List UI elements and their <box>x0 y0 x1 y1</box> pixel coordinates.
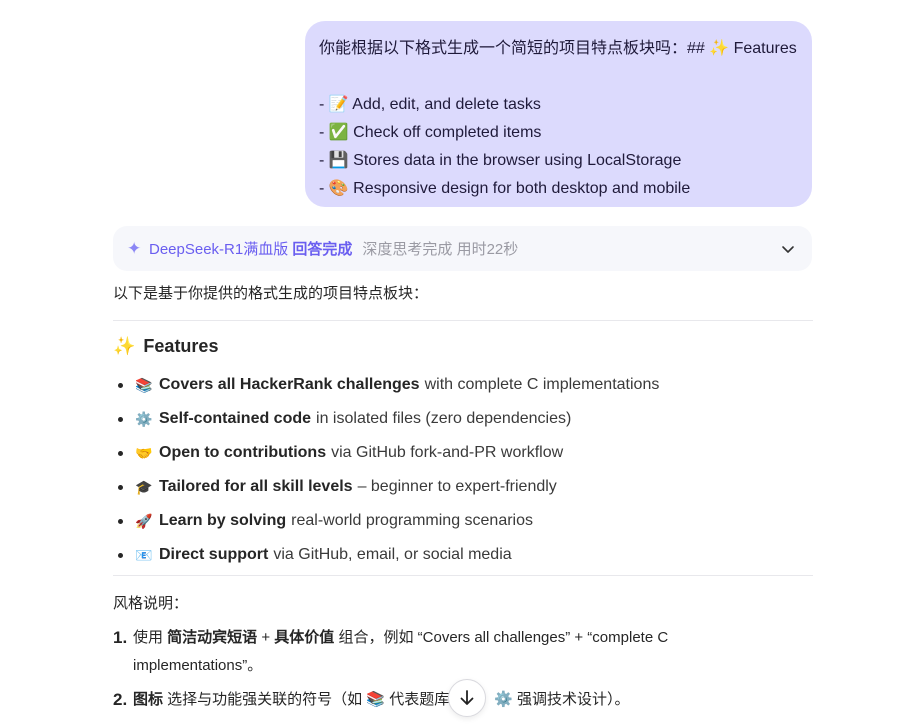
floppy-disk-icon: 💾 <box>328 152 349 169</box>
features-heading: ✨ Features <box>113 336 219 356</box>
chevron-down-icon[interactable] <box>778 239 798 259</box>
list-item: 🎓 Tailored for all skill levels – beginne… <box>118 470 818 504</box>
user-message-bubble: 你能根据以下格式生成一个简短的项目特点板块吗：## ✨ Features - 📝… <box>305 21 812 207</box>
divider <box>113 575 813 576</box>
user-message-item: - ✅ Check off completed items <box>319 124 542 141</box>
user-message-line: 你能根据以下格式生成一个简短的项目特点板块吗：## ✨ Features <box>319 40 797 57</box>
style-notes-heading: 风格说明： <box>113 595 189 612</box>
rocket-icon: 🚀 <box>135 512 153 529</box>
list-item: 2. 图标 选择与功能强关联的符号（如 📚 代表题库覆盖，⚙️ 强调技术设计）。 <box>113 690 630 709</box>
user-message-item: - 💾 Stores data in the browser using Loc… <box>319 152 682 169</box>
user-message-item: - 📝 Add, edit, and delete tasks <box>319 96 541 113</box>
scroll-to-bottom-button[interactable] <box>448 679 486 717</box>
style-notes-list: 1. 使用 简洁动宾短语 + 具体价值 组合，例如 “Covers all ch… <box>113 624 733 714</box>
gear-icon: ⚙️ <box>135 410 153 427</box>
answer-intro: 以下是基于你提供的格式生成的项目特点板块： <box>113 285 429 302</box>
email-icon: 📧 <box>135 546 153 563</box>
memo-icon: 📝 <box>328 96 349 113</box>
sparkle-icon: ✦ <box>127 238 142 258</box>
list-item: 📚 Covers all HackerRank challenges with c… <box>118 368 818 402</box>
books-icon: 📚 <box>135 376 153 393</box>
divider <box>113 320 813 321</box>
list-item: 1. 使用 简洁动宾短语 + 具体价值 组合，例如 “Covers all ch… <box>113 628 669 674</box>
model-status: DeepSeek-R1满血版 回答完成 <box>149 241 353 258</box>
handshake-icon: 🤝 <box>135 444 153 461</box>
sparkles-icon: ✨ <box>113 336 136 356</box>
list-item: ⚙️ Self-contained code in isolated files … <box>118 402 818 436</box>
reasoning-status-bar[interactable]: ✦ DeepSeek-R1满血版 回答完成 深度思考完成 用时22秒 <box>113 226 812 271</box>
user-message-item: - 🎨 Responsive design for both desktop a… <box>319 180 691 197</box>
check-mark-icon: ✅ <box>328 124 349 141</box>
graduation-cap-icon: 🎓 <box>135 478 153 495</box>
list-item: 🤝 Open to contributions via GitHub fork-a… <box>118 436 818 470</box>
list-item: 🚀 Learn by solving real-world programming… <box>118 504 818 538</box>
features-list: 📚 Covers all HackerRank challenges with c… <box>118 368 818 572</box>
palette-icon: 🎨 <box>328 180 349 197</box>
thinking-duration: 深度思考完成 用时22秒 <box>362 241 519 258</box>
arrow-down-icon <box>460 690 474 705</box>
list-item: 📧 Direct support via GitHub, email, or so… <box>118 538 818 572</box>
